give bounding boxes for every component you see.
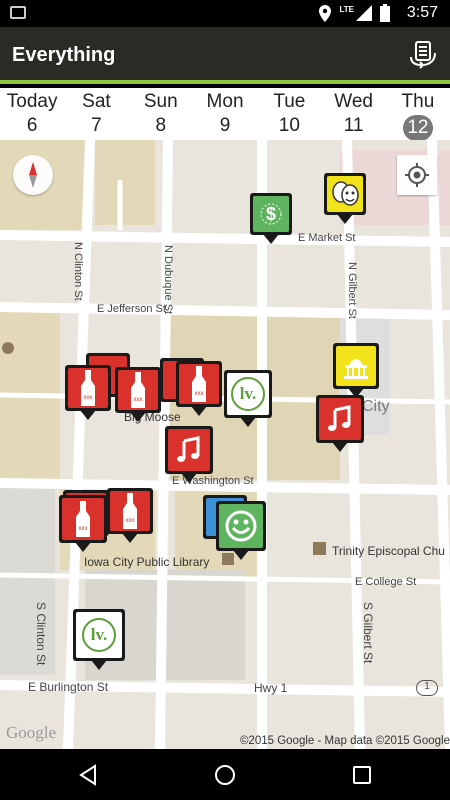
music-note-icon — [168, 429, 210, 471]
home-icon — [215, 765, 235, 785]
svg-text:xxx: xxx — [195, 391, 204, 397]
day-name: Wed — [334, 91, 373, 112]
place-label-city: City — [362, 398, 390, 415]
recents-button[interactable] — [349, 762, 375, 788]
day-number: 10 — [278, 115, 300, 136]
day-number: 9 — [219, 115, 231, 136]
theater-masks-icon — [327, 176, 363, 212]
bar-marker[interactable]: xxx — [59, 495, 107, 553]
street-label: N Dubuque St — [162, 245, 174, 315]
street-label: E Jefferson St — [97, 303, 166, 315]
place-label-church: Trinity Episcopal Chu — [332, 544, 445, 558]
highway-shield: 1 — [416, 680, 438, 696]
street-label: S Gilbert St — [361, 602, 375, 664]
my-location-button[interactable] — [397, 155, 437, 195]
capitol-building-icon — [336, 346, 376, 386]
svg-text:xxx: xxx — [84, 395, 93, 401]
day-name: Mon — [206, 91, 244, 112]
museum-marker[interactable] — [333, 343, 379, 399]
smiley-icon — [219, 504, 263, 548]
system-nav-bar — [0, 749, 450, 800]
day-tab-tue[interactable]: Tue 10 — [257, 88, 321, 140]
svg-text:xxx: xxx — [79, 526, 88, 532]
day-name: Sun — [143, 91, 178, 112]
crosshair-icon — [405, 163, 429, 187]
status-icons: LTE — [319, 4, 390, 22]
clock: 3:57 — [406, 4, 438, 21]
action-bar: Everything — [0, 27, 450, 84]
recents-icon — [353, 766, 371, 784]
gallery-icon — [10, 6, 26, 19]
svg-text:xxx: xxx — [134, 397, 143, 403]
day-tab-today[interactable]: Today 6 — [0, 88, 64, 140]
day-tab-sun[interactable]: Sun 8 — [129, 88, 193, 140]
day-name: Tue — [273, 91, 306, 112]
day-tab-mon[interactable]: Mon 9 — [193, 88, 257, 140]
theater-marker[interactable] — [324, 173, 366, 225]
app-screen: LTE 3:57 Everything Today 6 Sat 7 Sun 8 Mon… — [0, 0, 450, 800]
battery-icon — [380, 4, 390, 22]
lv-venue-marker-center[interactable]: lv. — [224, 370, 272, 428]
list-swap-button[interactable] — [408, 39, 438, 69]
svg-text:$: $ — [266, 204, 276, 224]
street-label: N Clinton St — [72, 242, 84, 301]
beer-bottle-icon: xxx — [110, 491, 150, 531]
music-note-icon — [319, 398, 361, 440]
back-icon — [79, 764, 96, 786]
compass-button[interactable] — [13, 155, 53, 195]
street-label: Hwy 1 — [254, 681, 288, 695]
beer-bottle-icon: xxx — [68, 368, 108, 408]
lv-logo-text: lv. — [82, 618, 116, 652]
day-selector: Today 6 Sat 7 Sun 8 Mon 9 Tue 10 Wed 11 Thu 12 — [0, 88, 450, 141]
compass-icon — [29, 162, 37, 188]
bar-marker[interactable]: xxx — [107, 488, 153, 544]
beer-bottle-icon: xxx — [62, 498, 104, 540]
bar-marker[interactable]: xxx — [176, 361, 222, 417]
map-view[interactable]: E Market St E Jefferson St E Washington … — [0, 140, 450, 749]
lv-venue-marker-south[interactable]: lv. — [73, 609, 125, 671]
lv-logo-icon: lv. — [227, 373, 269, 415]
signal-icon — [356, 5, 372, 21]
back-button[interactable] — [75, 762, 101, 788]
day-number: 6 — [26, 115, 38, 136]
music-marker-east[interactable] — [316, 395, 364, 453]
network-type: LTE — [339, 4, 354, 14]
day-name: Thu — [401, 91, 435, 112]
money-marker[interactable]: $ — [250, 193, 292, 245]
list-swap-icon — [410, 41, 436, 69]
music-marker-center[interactable] — [165, 426, 213, 484]
dollar-icon: $ — [253, 196, 289, 232]
comedy-marker[interactable] — [216, 501, 266, 561]
day-number-selected: 12 — [402, 115, 433, 141]
street-label: E College St — [355, 576, 417, 588]
home-button[interactable] — [212, 762, 238, 788]
street-label: N Gilbert St — [346, 262, 358, 319]
lv-logo-icon: lv. — [76, 612, 122, 658]
day-name: Today — [6, 91, 58, 112]
beer-bottle-icon: xxx — [179, 364, 219, 404]
day-number: 8 — [155, 115, 167, 136]
day-tab-wed[interactable]: Wed 11 — [321, 88, 385, 140]
day-tab-thu[interactable]: Thu 12 — [386, 88, 450, 141]
day-number: 7 — [91, 115, 102, 136]
page-title: Everything — [12, 44, 116, 66]
svg-text:xxx: xxx — [126, 518, 135, 524]
street-label: E Market St — [298, 232, 356, 244]
day-tab-sat[interactable]: Sat 7 — [64, 88, 128, 140]
beer-bottle-icon: xxx — [118, 370, 158, 410]
google-logo: Google — [6, 723, 57, 742]
bar-marker[interactable]: xxx — [65, 365, 111, 421]
map-base — [0, 140, 450, 749]
place-label-library: Iowa City Public Library — [84, 555, 210, 569]
lv-logo-text: lv. — [231, 377, 265, 411]
day-name: Sat — [82, 91, 111, 112]
day-number: 11 — [343, 115, 364, 136]
bar-marker[interactable]: xxx — [115, 367, 161, 423]
map-attribution: ©2015 Google - Map data ©2015 Google — [239, 735, 450, 747]
location-icon — [319, 4, 332, 22]
street-label: S Clinton St — [34, 602, 48, 666]
status-bar: LTE 3:57 — [0, 0, 450, 27]
street-label: E Burlington St — [28, 680, 109, 694]
